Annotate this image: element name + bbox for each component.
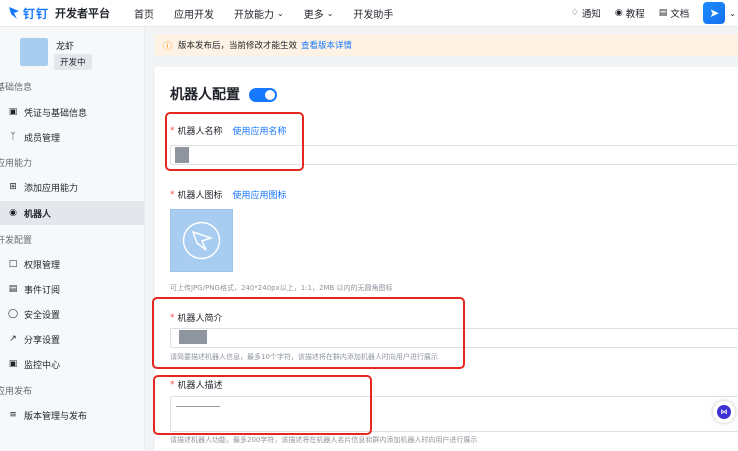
- nav-dev-assistant[interactable]: 开发助手: [353, 6, 393, 21]
- dingtalk-logo[interactable]: 钉钉 开发者平台: [8, 5, 110, 22]
- platform-title: 开发者平台: [55, 7, 111, 20]
- desc-hint: 请描述机器人功能，最多200字符，该描述将在机器人名片信息和群内添加机器人时向用…: [170, 436, 478, 444]
- robot-icon: ◉: [9, 208, 17, 218]
- info-icon: ⓘ: [163, 41, 173, 52]
- sidebar-item-add-capability[interactable]: ⊞ 添加应用能力: [0, 175, 144, 199]
- assistant-icon: ⋈: [717, 405, 731, 419]
- nav-app-dev[interactable]: 应用开发: [174, 6, 214, 21]
- sidebar-item-monitor[interactable]: ▣ 监控中心: [0, 352, 144, 376]
- lock-icon: □: [8, 259, 18, 269]
- user-icon: ᛉ: [10, 132, 16, 142]
- top-navigation-bar: 钉钉 开发者平台 首页 应用开发 开放能力 ⌄ 更多 ⌄ 开发助手 ♢ 通知 ◉ 教程 …: [0, 0, 738, 27]
- sidebar-item-permissions[interactable]: □ 权限管理: [0, 252, 144, 276]
- nav-open-capabilities[interactable]: 开放能力 ⌄: [234, 6, 284, 21]
- chevron-down-icon: ⌄: [277, 8, 284, 18]
- chevron-down-icon: ⌄: [326, 8, 334, 18]
- dingtalk-placeholder-icon: [182, 221, 221, 260]
- grid-add-icon: ⊞: [9, 182, 17, 192]
- top-right-actions: ♢ 通知 ◉ 教程 ▤ 文档 ➤ ⌄: [571, 0, 738, 26]
- view-version-link[interactable]: 查看版本详情: [301, 39, 352, 51]
- book-icon: ▤: [658, 8, 668, 18]
- layers-icon: ≡: [9, 410, 17, 420]
- notice-text: 版本发布后，当前修改才能生效: [178, 41, 298, 51]
- section-dev-config: 开发配置: [0, 236, 33, 246]
- sidebar-item-events[interactable]: ▤ 事件订阅: [0, 277, 144, 301]
- app-name: 龙虾: [56, 42, 75, 52]
- section-basic-info: 基础信息: [0, 83, 33, 93]
- section-app-release: 应用发布: [0, 387, 33, 397]
- status-badge: 开发中: [54, 54, 92, 70]
- highlight-box-desc: [153, 375, 372, 435]
- share-icon: ↗: [9, 334, 17, 344]
- use-app-icon-link[interactable]: 使用应用图标: [233, 188, 287, 201]
- app-card[interactable]: 龙虾 开发中: [0, 35, 144, 73]
- notifications-link[interactable]: ♢ 通知: [571, 6, 601, 20]
- credential-icon: ▣: [8, 107, 18, 117]
- section-app-capabilities: 应用能力: [0, 159, 33, 169]
- bell-icon: ♢: [570, 8, 579, 18]
- dingtalk-logo-icon: [9, 7, 19, 19]
- sidebar-item-members[interactable]: ᛉ 成员管理: [0, 125, 144, 149]
- chevron-down-icon[interactable]: ⌄: [729, 9, 736, 18]
- shield-icon: ◯: [8, 309, 19, 319]
- icon-hint: 可上传JPG/PNG格式，240*240px以上，1:1，2MB 以内的无圆角图…: [170, 284, 393, 292]
- robot-icon-upload[interactable]: [170, 209, 233, 272]
- main-nav: 首页 应用开发 开放能力 ⌄ 更多 ⌄ 开发助手: [134, 6, 413, 21]
- robot-enable-toggle[interactable]: [249, 88, 277, 102]
- sidebar-item-security[interactable]: ◯ 安全设置: [0, 302, 144, 326]
- sidebar-item-share[interactable]: ↗ 分享设置: [0, 327, 144, 351]
- brand-name: 钉钉: [23, 6, 50, 21]
- tutorial-link[interactable]: ◉ 教程: [615, 6, 645, 20]
- assistant-float-button[interactable]: ⋈: [713, 401, 735, 423]
- app-avatar: [20, 38, 48, 66]
- sidebar-item-credentials[interactable]: ▣ 凭证与基础信息: [0, 100, 144, 124]
- sidebar-item-versions[interactable]: ≡ 版本管理与发布: [0, 403, 144, 427]
- highlight-box-name: [165, 112, 304, 171]
- nav-more[interactable]: 更多 ⌄: [304, 6, 334, 21]
- docs-link[interactable]: ▤ 文档: [659, 6, 690, 20]
- sidebar: 龙虾 开发中 基础信息 ▣ 凭证与基础信息 ᛉ 成员管理 应用能力 ⊞ 添加应用…: [0, 27, 145, 451]
- event-icon: ▤: [8, 284, 18, 294]
- release-notice: ⓘ 版本发布后，当前修改才能生效 查看版本详情: [155, 34, 738, 56]
- monitor-icon: ▣: [8, 359, 18, 369]
- highlight-box-intro: [152, 297, 465, 369]
- app-switcher-icon[interactable]: ➤: [703, 2, 726, 24]
- nav-home[interactable]: 首页: [134, 6, 154, 21]
- page-title: 机器人配置: [170, 87, 240, 103]
- robot-icon-label: * 机器人图标 使用应用图标: [170, 188, 287, 202]
- required-mark: *: [170, 189, 175, 200]
- map-pin-icon: ◉: [614, 8, 623, 18]
- sidebar-item-robot[interactable]: ◉ 机器人: [0, 201, 144, 225]
